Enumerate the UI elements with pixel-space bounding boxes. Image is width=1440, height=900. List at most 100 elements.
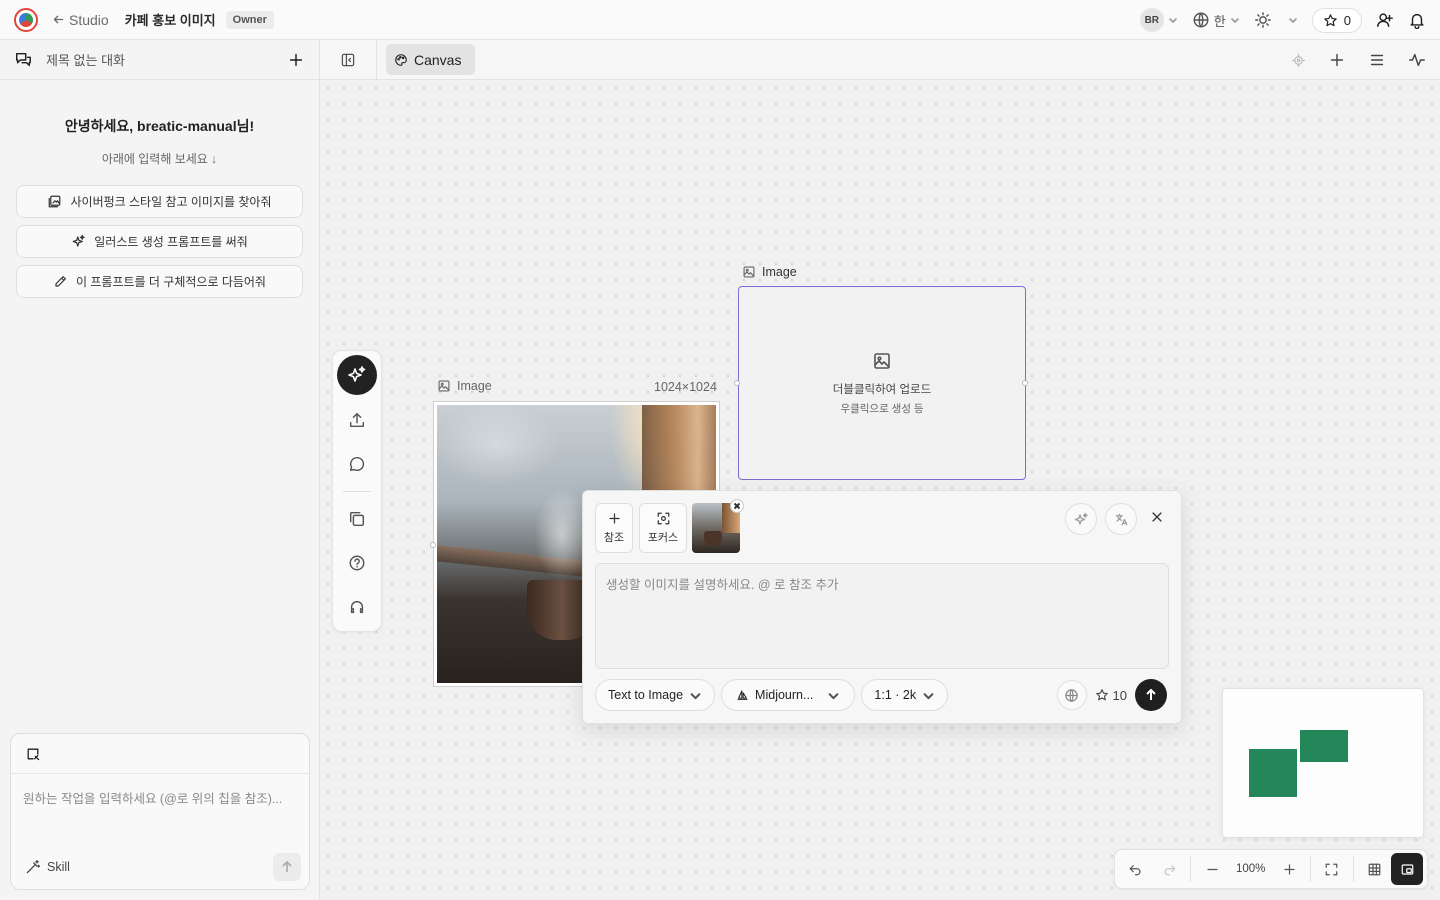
chevron-down-icon bbox=[1230, 15, 1240, 25]
attach-note-icon[interactable] bbox=[25, 746, 41, 762]
sparkles-icon bbox=[71, 234, 86, 249]
redo-button[interactable] bbox=[1153, 853, 1187, 885]
close-icon bbox=[733, 502, 741, 510]
app-logo[interactable] bbox=[14, 7, 38, 32]
grid-toggle-button[interactable] bbox=[1358, 853, 1392, 885]
star-icon bbox=[1323, 13, 1338, 28]
mode-select[interactable]: Text to Image bbox=[595, 679, 716, 711]
sparkles-icon bbox=[347, 365, 367, 385]
chevron-down-icon bbox=[1288, 15, 1298, 25]
minimap-icon bbox=[1400, 862, 1415, 877]
prompt-panel: 참조 포커스 생성할 이미지를 설명하세요. @ 로 참조 추가 Text to… bbox=[582, 490, 1182, 724]
minimap[interactable] bbox=[1222, 688, 1424, 838]
user-menu[interactable]: BR bbox=[1139, 8, 1178, 32]
translate-icon bbox=[1114, 512, 1129, 527]
redo-icon bbox=[1162, 862, 1177, 877]
connector-handle[interactable] bbox=[1022, 380, 1028, 386]
new-chat-plus-icon[interactable] bbox=[287, 51, 305, 69]
add-user-icon[interactable] bbox=[1376, 11, 1394, 29]
grid-icon bbox=[1367, 862, 1382, 877]
focus-target-icon[interactable] bbox=[1291, 53, 1306, 68]
skill-button[interactable]: Skill bbox=[25, 859, 70, 875]
image-node-title: Image bbox=[457, 379, 492, 393]
assets-tool[interactable] bbox=[337, 500, 377, 538]
translate-button[interactable] bbox=[1105, 503, 1137, 535]
chevron-down-icon bbox=[827, 689, 840, 702]
chat-send-button[interactable] bbox=[273, 853, 301, 881]
web-search-toggle[interactable] bbox=[1056, 680, 1087, 710]
upload-node[interactable]: 더블클릭하여 업로드 우클릭으로 생성 등 bbox=[738, 286, 1026, 480]
upload-icon bbox=[348, 411, 366, 429]
prompt-textarea[interactable]: 생성할 이미지를 설명하세요. @ 로 참조 추가 bbox=[595, 563, 1169, 669]
chat-title[interactable]: 제목 없는 대화 bbox=[46, 50, 273, 69]
connector-handle[interactable] bbox=[430, 542, 436, 548]
close-panel-icon[interactable] bbox=[1149, 509, 1165, 525]
zoom-out-button[interactable] bbox=[1195, 853, 1229, 885]
arrow-up-icon bbox=[282, 860, 292, 872]
fit-view-button[interactable] bbox=[1315, 853, 1349, 885]
suggestion-chip[interactable]: 일러스트 생성 프롬프트를 써줘 bbox=[16, 225, 303, 258]
bell-icon[interactable] bbox=[1408, 11, 1426, 29]
focus-label: 포커스 bbox=[647, 532, 679, 544]
project-title[interactable]: 카페 홍보 이미지 bbox=[125, 10, 216, 29]
canvas-header: Canvas bbox=[320, 39, 1440, 80]
composer-toolbar bbox=[11, 734, 309, 774]
minus-icon bbox=[1205, 862, 1220, 877]
upload-tool[interactable] bbox=[337, 401, 377, 439]
remove-reference-button[interactable] bbox=[730, 499, 744, 513]
chat-composer: 원하는 작업을 입력하세요 (@로 위의 칩을 참조)... Skill bbox=[10, 733, 310, 890]
theme-toggle[interactable] bbox=[1254, 11, 1298, 29]
skill-label: Skill bbox=[47, 860, 70, 874]
add-reference-button[interactable]: 참조 bbox=[595, 503, 633, 553]
suggestion-chip[interactable]: 사이버펑크 스타일 참고 이미지를 찾아줘 bbox=[16, 185, 303, 218]
chevron-down-icon bbox=[1168, 15, 1178, 25]
chat-input[interactable]: 원하는 작업을 입력하세요 (@로 위의 칩을 참조)... bbox=[11, 774, 309, 846]
ratio-select[interactable]: 1:1 · 2k bbox=[861, 679, 949, 711]
zoom-level[interactable]: 100% bbox=[1229, 863, 1273, 875]
suggestion-label: 일러스트 생성 프롬프트를 써줘 bbox=[94, 235, 248, 249]
connector-handle[interactable] bbox=[734, 380, 740, 386]
minimap-toggle-button[interactable] bbox=[1391, 853, 1423, 885]
top-bar: Studio 카페 홍보 이미지 Owner BR 한 0 bbox=[0, 0, 1440, 40]
help-tool[interactable] bbox=[337, 544, 377, 582]
canvas-area[interactable]: Image 1024×1024 Image 더블클릭하여 업로드 우클릭으로 생… bbox=[320, 80, 1440, 900]
suggestion-label: 이 프롬프트를 더 구체적으로 다듬어줘 bbox=[76, 275, 266, 289]
palette-icon bbox=[394, 53, 408, 67]
reference-label: 참조 bbox=[603, 532, 625, 544]
image-icon bbox=[437, 379, 451, 393]
model-select[interactable]: Midjourn... bbox=[721, 679, 856, 711]
globe-icon bbox=[1192, 11, 1210, 29]
suggestion-chip[interactable]: 이 프롬프트를 더 구체적으로 다듬어줘 bbox=[16, 265, 303, 298]
support-tool[interactable] bbox=[337, 588, 377, 626]
zoom-in-button[interactable] bbox=[1272, 853, 1306, 885]
help-circle-icon bbox=[348, 554, 366, 572]
tab-canvas-label: Canvas bbox=[414, 51, 462, 68]
language-selector[interactable]: 한 bbox=[1192, 11, 1240, 30]
comment-tool[interactable] bbox=[337, 445, 377, 483]
ratio-value: 1:1 · 2k bbox=[874, 688, 917, 702]
tab-canvas[interactable]: Canvas bbox=[386, 44, 476, 75]
image-icon bbox=[742, 265, 756, 279]
arrow-left-icon bbox=[52, 13, 65, 26]
sparkles-icon bbox=[1074, 512, 1089, 527]
suggestion-chips: 사이버펑크 스타일 참고 이미지를 찾아줘 일러스트 생성 프롬프트를 써줘 이… bbox=[16, 185, 303, 298]
zoom-toolbar: 100% bbox=[1114, 849, 1428, 889]
undo-button[interactable] bbox=[1119, 853, 1153, 885]
chat-history-icon[interactable] bbox=[14, 51, 32, 69]
focus-button[interactable]: 포커스 bbox=[639, 503, 687, 553]
toggle-sidebar-button[interactable] bbox=[320, 39, 377, 80]
back-to-studio-link[interactable]: Studio bbox=[52, 12, 109, 28]
magic-wand-icon bbox=[25, 859, 41, 875]
enhance-prompt-button[interactable] bbox=[1065, 503, 1097, 535]
add-plus-icon[interactable] bbox=[1328, 51, 1346, 69]
divider bbox=[1310, 856, 1312, 882]
generate-send-button[interactable] bbox=[1135, 679, 1167, 711]
plus-icon bbox=[607, 511, 622, 526]
plus-icon bbox=[1282, 862, 1297, 877]
ai-generate-tool[interactable] bbox=[337, 355, 377, 395]
menu-list-icon[interactable] bbox=[1368, 51, 1386, 69]
credits-pill[interactable]: 0 bbox=[1311, 7, 1362, 33]
upload-hint: 더블클릭하여 업로드 bbox=[832, 383, 932, 396]
suggestion-label: 사이버펑크 스타일 참고 이미지를 찾아줘 bbox=[70, 195, 272, 209]
activity-icon[interactable] bbox=[1408, 51, 1426, 69]
